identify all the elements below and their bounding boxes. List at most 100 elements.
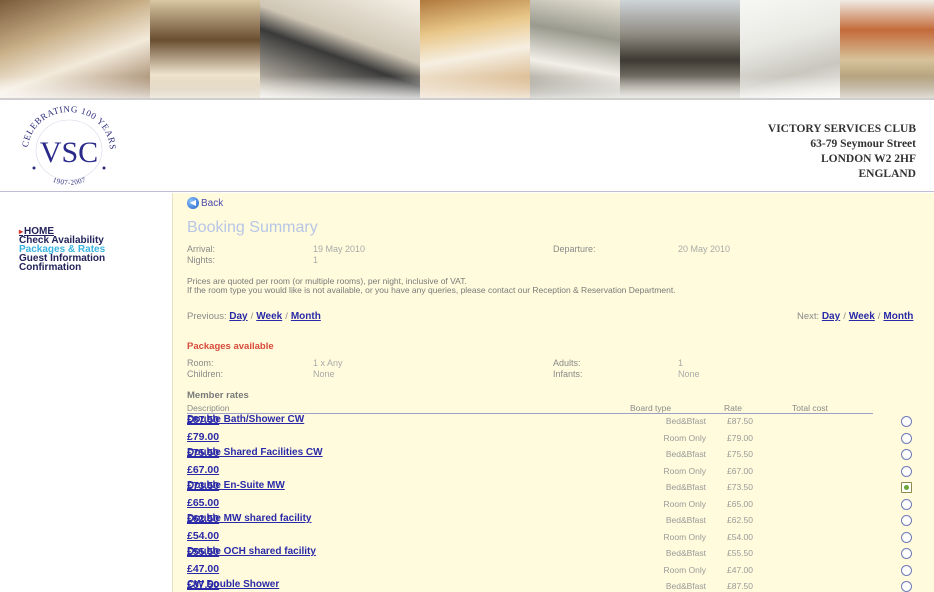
board-type: Bed&Bfast	[665, 416, 706, 426]
board-type: Room Only	[663, 465, 706, 476]
total-cost-link[interactable]: £73.50	[187, 480, 219, 492]
notice-line: If the room type you would like is not a…	[187, 285, 676, 295]
next-day-link[interactable]: Day	[822, 311, 840, 322]
rate-value: £62.50	[727, 515, 753, 525]
rate-value: £79.00	[727, 432, 753, 443]
total-cost-link[interactable]: £65.00	[187, 497, 219, 509]
room-value: 1 x Any	[313, 358, 343, 368]
rate-value: £65.00	[727, 498, 753, 509]
total-cost-link[interactable]: £87.50	[187, 579, 219, 591]
previous-month-link[interactable]: Month	[291, 311, 321, 322]
rate-value: £54.00	[727, 531, 753, 542]
total-cost-link[interactable]: £87.50	[187, 414, 219, 426]
rate-select-radio[interactable]	[901, 432, 912, 444]
rate-select-radio[interactable]	[901, 482, 912, 493]
sidebar: ▸HOME Check Availability Packages & Rate…	[0, 193, 172, 592]
nights-value: 1	[313, 255, 319, 265]
rate-row: Room Only £47.00 £47.00	[187, 563, 934, 579]
rate-row: Room Only £67.00 £67.00	[187, 464, 934, 480]
board-type: Room Only	[663, 498, 706, 509]
sidebar-item-confirmation[interactable]: Confirmation	[19, 263, 105, 273]
departure-label: Departure:	[553, 244, 596, 254]
board-type: Bed&Bfast	[665, 449, 706, 459]
rate-select-radio[interactable]	[901, 581, 912, 592]
previous-week-link[interactable]: Week	[256, 311, 282, 322]
total-cost-link[interactable]: £75.50	[187, 447, 219, 459]
total-cost-link[interactable]: £54.00	[187, 530, 219, 542]
children-value: None	[313, 369, 335, 379]
column-header-rate: Rate	[724, 403, 742, 413]
rate-select-radio[interactable]	[901, 548, 912, 559]
rate-row: Room Only £65.00 £65.00	[187, 497, 934, 513]
column-header-description: Description	[187, 403, 230, 413]
board-type: Room Only	[663, 564, 706, 575]
board-type: Room Only	[663, 531, 706, 542]
total-cost-link[interactable]: £62.50	[187, 513, 219, 525]
adults-value: 1	[678, 358, 684, 368]
rate-value: £55.50	[727, 548, 753, 558]
back-arrow-icon: ◀	[187, 197, 199, 209]
rates-table-header: Description Board type Rate Total cost	[187, 403, 873, 414]
packages-available-heading: Packages available	[187, 341, 274, 352]
children-label: Children:	[187, 369, 224, 379]
column-header-board-type: Board type	[630, 403, 672, 413]
departure-value: 20 May 2010	[678, 244, 731, 254]
main-content: ◀ Back Booking Summary Arrival: 19 May 2…	[172, 193, 934, 592]
next-week-link[interactable]: Week	[849, 311, 875, 322]
site-header: CELEBRATING 100 YEARS VSC 1907-2007 VICT…	[0, 100, 934, 192]
rate-select-radio[interactable]	[901, 449, 912, 460]
nights-label: Nights:	[187, 255, 216, 265]
rate-select-radio[interactable]	[901, 465, 912, 477]
rate-select-radio[interactable]	[901, 498, 912, 510]
board-type: Bed&Bfast	[665, 482, 706, 492]
board-type: Bed&Bfast	[665, 548, 706, 558]
board-type: Bed&Bfast	[665, 515, 706, 525]
rate-row: Room Only £54.00 £54.00	[187, 530, 934, 546]
rate-value: £67.00	[727, 465, 753, 476]
rate-row: Bed&Bfast £75.50 £75.50	[187, 447, 934, 463]
rate-row: Room Only £79.00 £79.00	[187, 431, 934, 447]
rate-row: Bed&Bfast £55.50 £55.50	[187, 546, 934, 562]
club-address: VICTORY SERVICES CLUB 63-79 Seymour Stre…	[768, 122, 916, 182]
banner-fade	[0, 76, 934, 98]
rate-select-radio[interactable]	[901, 564, 912, 576]
vsc-centenary-logo[interactable]: CELEBRATING 100 YEARS VSC 1907-2007	[14, 106, 124, 190]
address-line: ENGLAND	[858, 168, 916, 180]
next-label: Next:	[797, 311, 820, 322]
address-line: VICTORY SERVICES CLUB	[767, 123, 916, 135]
member-rates-heading: Member rates	[187, 390, 249, 401]
rate-value: £87.50	[727, 416, 753, 426]
total-cost-link[interactable]: £55.50	[187, 546, 219, 558]
rate-row: Bed&Bfast £87.50 £87.50	[187, 414, 934, 430]
address-line: LONDON W2 2HF	[821, 153, 916, 165]
infants-value: None	[678, 369, 700, 379]
rate-value: £73.50	[727, 482, 753, 492]
adults-label: Adults:	[553, 358, 581, 368]
rate-value: £75.50	[727, 449, 753, 459]
rate-select-radio[interactable]	[901, 416, 912, 427]
next-nav: Next: Day / Week / Month	[797, 311, 914, 322]
rate-row: Bed&Bfast £73.50 £73.50	[187, 480, 934, 496]
total-cost-link[interactable]: £79.00	[187, 431, 219, 443]
previous-nav: Previous: Day / Week / Month	[187, 311, 321, 322]
address-line: 63-79 Seymour Street	[810, 138, 916, 150]
next-month-link[interactable]: Month	[883, 311, 913, 322]
column-header-total: Total cost	[792, 403, 828, 413]
rate-row: Bed&Bfast £62.50 £62.50	[187, 513, 934, 529]
booking-steps-nav: ▸HOME Check Availability Packages & Rate…	[19, 227, 105, 273]
rate-select-radio[interactable]	[901, 531, 912, 543]
previous-day-link[interactable]: Day	[229, 311, 247, 322]
rate-row: Bed&Bfast £87.50 £87.50	[187, 579, 934, 592]
rate-select-radio[interactable]	[901, 515, 912, 526]
photo-banner	[0, 0, 934, 100]
pricing-notice: Prices are quoted per room (or multiple …	[187, 277, 676, 295]
total-cost-link[interactable]: £67.00	[187, 464, 219, 476]
logo-monogram: VSC	[40, 136, 98, 169]
back-button[interactable]: ◀ Back	[187, 197, 223, 209]
board-type: Room Only	[663, 432, 706, 443]
arrival-value: 19 May 2010	[313, 244, 366, 254]
back-label: Back	[201, 197, 224, 209]
rate-value: £47.00	[727, 564, 753, 575]
arrival-label: Arrival:	[187, 244, 216, 254]
total-cost-link[interactable]: £47.00	[187, 563, 219, 575]
